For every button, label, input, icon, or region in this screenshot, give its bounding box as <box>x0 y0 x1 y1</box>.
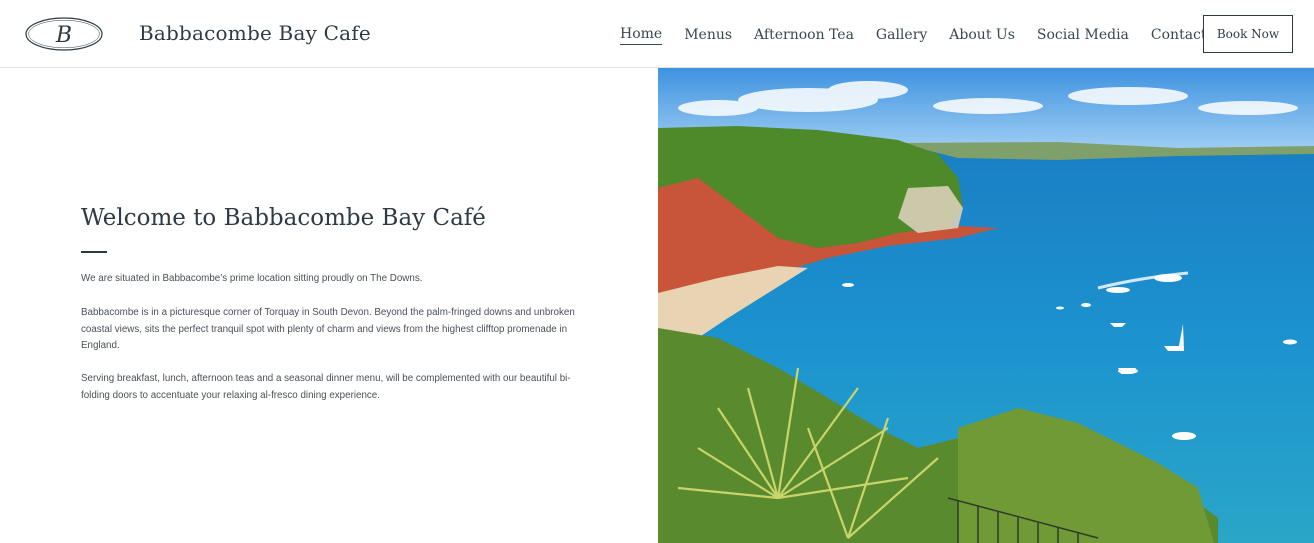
book-now-button[interactable]: Book Now <box>1203 15 1293 53</box>
logo[interactable]: B <box>24 16 104 52</box>
title-divider <box>81 251 107 253</box>
nav-contact[interactable]: Contact <box>1151 27 1207 43</box>
nav-menus[interactable]: Menus <box>684 27 732 43</box>
main-nav: Home Menus Afternoon Tea Gallery About U… <box>620 24 1229 46</box>
nav-home[interactable]: Home <box>620 26 663 45</box>
coastline-photo <box>658 68 1314 543</box>
intro-paragraph-area: Babbacombe is in a picturesque corner of… <box>81 307 575 351</box>
nav-social-media[interactable]: Social Media <box>1037 27 1129 43</box>
nav-about-us[interactable]: About Us <box>949 27 1015 43</box>
intro-paragraph-location: We are situated in Babbacombe’s prime lo… <box>81 273 423 284</box>
hero-image <box>658 68 1314 543</box>
welcome-title: Welcome to Babbacombe Bay Café <box>81 205 486 231</box>
nav-gallery[interactable]: Gallery <box>876 27 927 43</box>
logo-letter: B <box>55 23 72 48</box>
site-title[interactable]: Babbacombe Bay Cafe <box>139 21 371 45</box>
welcome-section: Welcome to Babbacombe Bay Café We are si… <box>0 68 658 543</box>
intro-paragraph-dining: Serving breakfast, lunch, afternoon teas… <box>81 373 571 401</box>
site-header: B Babbacombe Bay Cafe Home Menus Afterno… <box>0 0 1314 68</box>
logo-emblem-icon: B <box>25 17 103 51</box>
nav-afternoon-tea[interactable]: Afternoon Tea <box>754 27 854 43</box>
